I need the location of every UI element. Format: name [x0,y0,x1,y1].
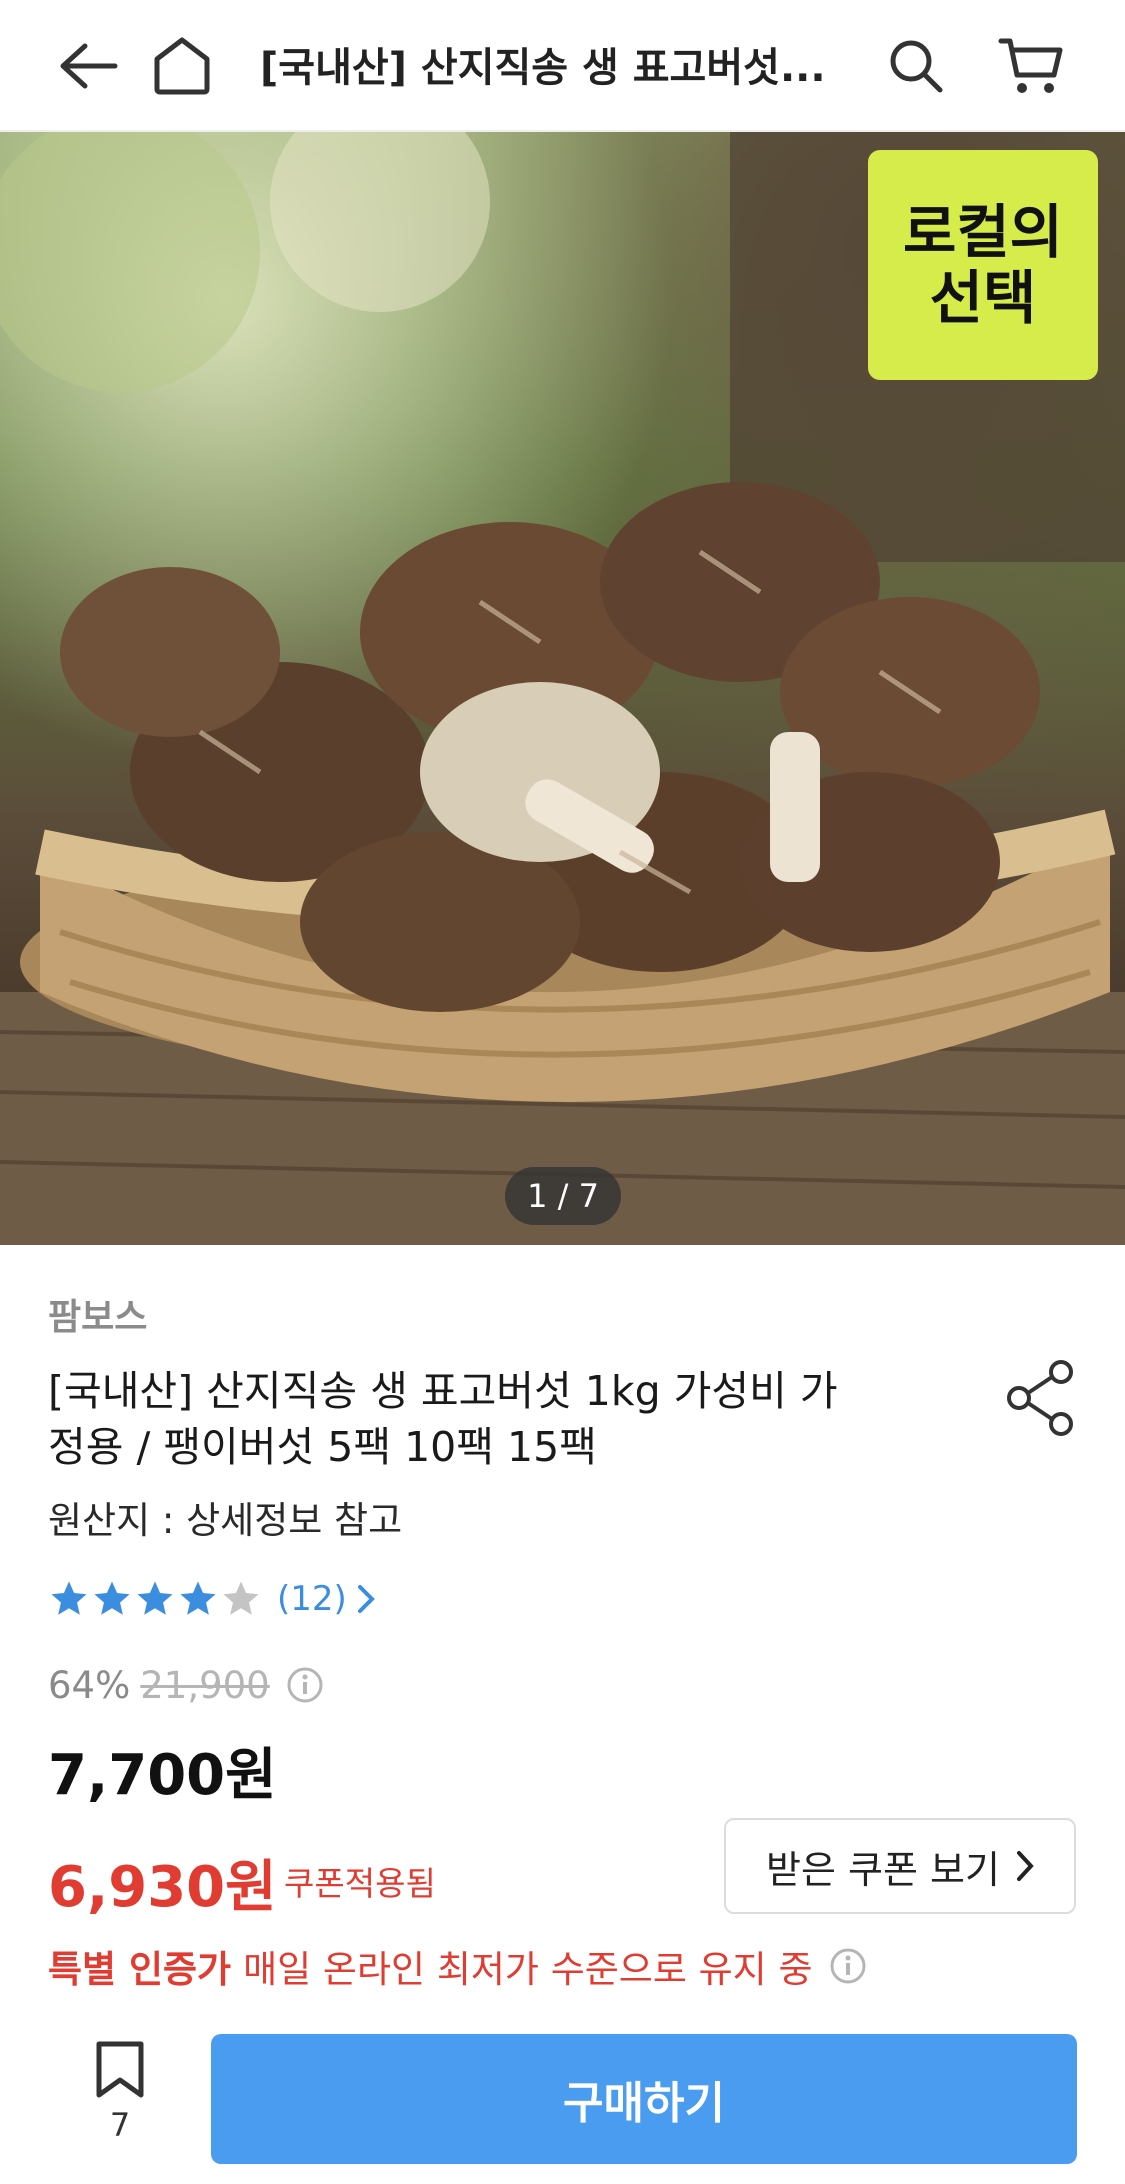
view-coupons-label: 받은 쿠폰 보기 [766,1847,1000,1892]
page-title: [국내산] 산지직송 생 표고버섯... [260,45,826,91]
sale-price: 7,700원 [48,1743,277,1808]
star-filled-icon [94,1581,130,1615]
star-filled-icon [51,1581,87,1615]
search-button[interactable] [880,30,952,102]
coupon-applied-label: 쿠폰적용됨 [284,1864,436,1903]
top-app-bar: [국내산] 산지직송 생 표고버섯... [0,0,1125,132]
cart-icon [998,38,1063,93]
back-button[interactable] [52,30,124,102]
promo-text: 매일 온라인 최저가 수준으로 유지 중 [243,1948,813,1991]
rating-row[interactable]: (12) [48,1576,375,1622]
share-icon [1007,1360,1073,1436]
seller-name[interactable]: 팜보스 [48,1288,147,1340]
star-filled-icon [137,1581,173,1615]
arrow-left-icon [60,43,118,89]
original-price: 21,900 [140,1663,270,1707]
star-empty-icon [223,1581,259,1615]
star-rating [48,1578,263,1620]
star-filled-icon [180,1581,216,1615]
chevron-right-icon [1016,1851,1034,1881]
home-icon [154,37,210,95]
cart-button[interactable] [995,30,1067,102]
product-title: [국내산] 산지직송 생 표고버섯 1kg 가성비 가정용 / 팽이버섯 5팩 … [48,1367,838,1471]
buy-button[interactable]: 구매하기 [211,2034,1077,2164]
origin-info: 원산지 : 상세정보 참고 [48,1499,403,1542]
bookmark-count: 7 [109,2106,131,2144]
bookmark-icon [96,2041,144,2098]
local-choice-badge: 로컬의 선택 [868,150,1098,380]
search-icon [890,40,943,93]
discount-row: 64% 21,900 [48,1660,324,1710]
promo-row: 특별 인증가 매일 온라인 최저가 수준으로 유지 중 [48,1940,867,1992]
discount-rate: 64% [48,1663,131,1707]
chevron-right-icon [357,1585,375,1613]
share-button[interactable] [1003,1358,1079,1438]
bookmark-button[interactable]: 7 [80,2040,160,2160]
image-pager: 1 / 7 [505,1167,621,1225]
promo-title: 특별 인증가 [48,1948,232,1991]
coupon-price: 6,930원 [48,1855,277,1920]
home-button[interactable] [146,30,218,102]
info-icon[interactable] [286,1666,324,1704]
product-image-carousel[interactable]: 로컬의 선택 1 / 7 [0,132,1125,1245]
view-coupons-button[interactable]: 받은 쿠폰 보기 [724,1818,1076,1914]
info-icon[interactable] [829,1947,867,1985]
review-count[interactable]: (12) [277,1579,347,1619]
